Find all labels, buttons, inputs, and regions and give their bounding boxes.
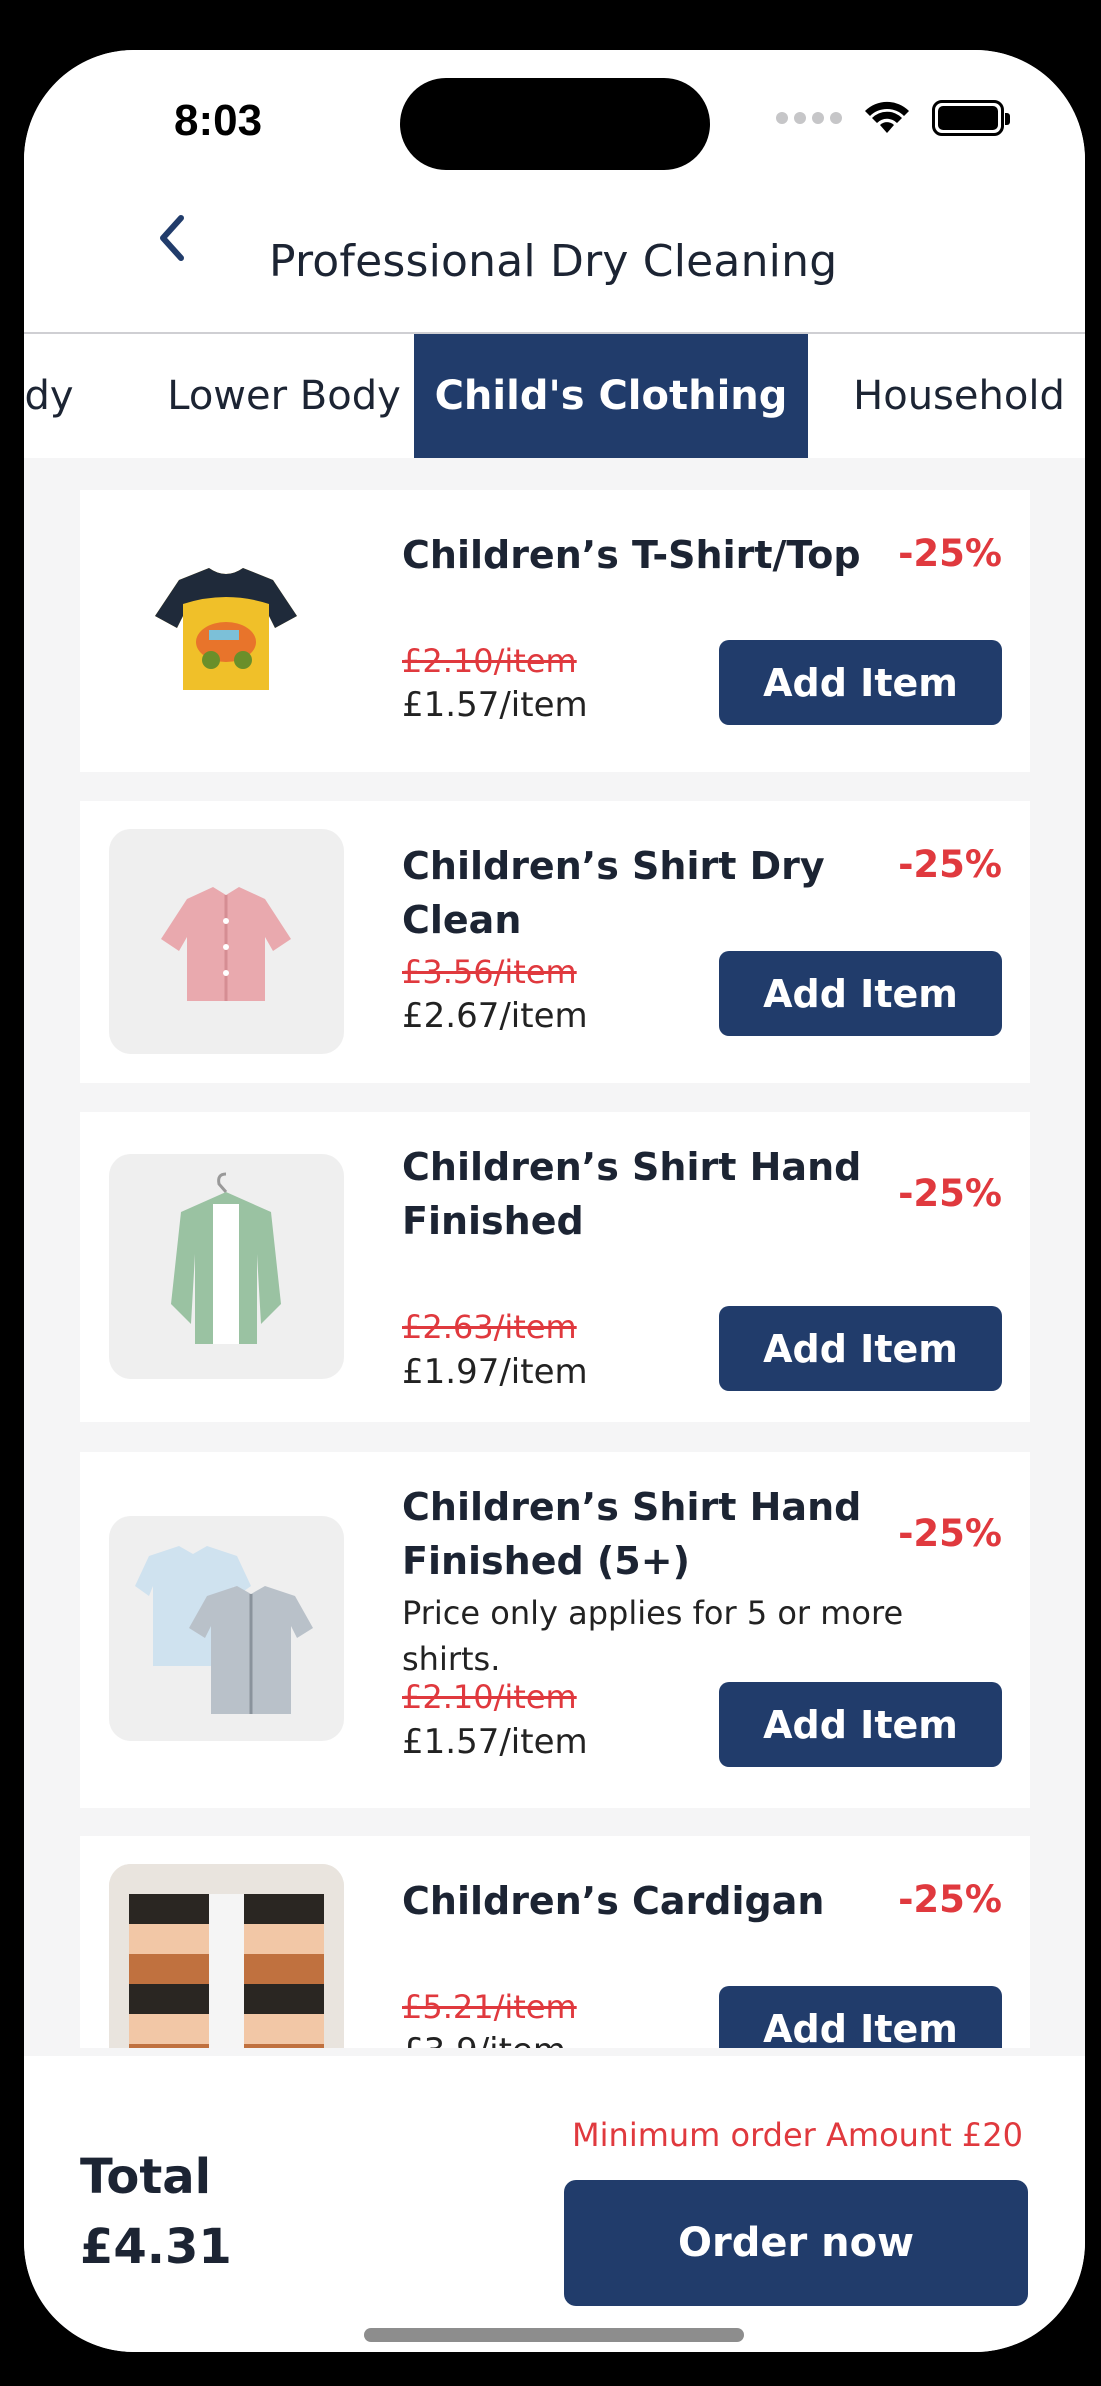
add-item-button[interactable]: Add Item <box>719 1682 1002 1767</box>
current-price: £1.97/item <box>402 1352 588 1392</box>
add-item-button[interactable]: Add Item <box>719 951 1002 1036</box>
striped-cardigan-image <box>109 1864 344 2048</box>
current-price: £1.57/item <box>402 685 588 725</box>
status-icons <box>776 100 1010 136</box>
status-time: 8:03 <box>174 96 263 145</box>
current-price: £1.57/item <box>402 1722 588 1762</box>
add-item-button[interactable]: Add Item <box>719 640 1002 725</box>
battery-icon <box>932 100 1010 136</box>
total-value: £4.31 <box>80 2219 232 2275</box>
chevron-left-icon <box>160 215 184 261</box>
order-now-button[interactable]: Order now <box>564 2180 1028 2306</box>
order-footer: Total £4.31 Minimum order Amount £20 Ord… <box>24 2056 1085 2352</box>
add-item-button[interactable]: Add Item <box>719 1986 1002 2048</box>
page-title: Professional Dry Cleaning <box>269 236 838 287</box>
dynamic-island <box>400 78 710 170</box>
current-price: £2.67/item <box>402 996 588 1036</box>
category-tabs: dy Lower Body Child's Clothing Household <box>24 332 1085 458</box>
two-shirts-image <box>109 1516 344 1741</box>
discount-badge: -25% <box>898 843 1002 886</box>
minimum-order-note: Minimum order Amount £20 <box>572 2116 1023 2154</box>
discount-badge: -25% <box>898 1172 1002 1215</box>
total-label: Total <box>80 2149 212 2205</box>
yellow-tshirt-image <box>109 518 344 743</box>
discount-badge: -25% <box>898 1878 1002 1921</box>
tab-household[interactable]: Household <box>824 334 1085 458</box>
pink-shirt-image <box>109 829 344 1054</box>
old-price: £2.10/item <box>402 1678 577 1716</box>
product-name: Children’s Shirt Dry Clean <box>402 844 825 942</box>
add-item-button[interactable]: Add Item <box>719 1306 1002 1391</box>
product-list: Children’s T-Shirt/Top -25% £2.10/item £… <box>80 490 1030 2048</box>
product-name: Children’s Shirt Hand Finished <box>402 1145 862 1243</box>
total-summary: Total £4.31 <box>80 2142 232 2282</box>
old-price: £2.10/item <box>402 642 577 680</box>
product-name: Children’s Shirt Hand Finished (5+) <box>402 1485 862 1583</box>
product-card: Children’s T-Shirt/Top -25% £2.10/item £… <box>80 490 1030 772</box>
product-note: Price only applies for 5 or more shirts. <box>402 1594 904 1678</box>
product-card: Children’s Cardigan -25% £5.21/item £3.9… <box>80 1836 1030 2048</box>
old-price: £3.56/item <box>402 953 577 991</box>
tab-upper-body[interactable]: dy <box>24 334 84 458</box>
tab-lower-body[interactable]: Lower Body <box>144 334 424 458</box>
old-price: £5.21/item <box>402 1988 577 2026</box>
product-name: Children’s T-Shirt/Top <box>402 533 861 577</box>
header-area: 8:03 Professional Dry Cleaning <box>24 50 1085 332</box>
old-price: £2.63/item <box>402 1308 577 1346</box>
product-card: Children’s Shirt Dry Clean -25% £3.56/it… <box>80 801 1030 1083</box>
back-button[interactable] <box>144 208 200 268</box>
signal-icon <box>776 112 842 124</box>
product-name: Children’s Cardigan <box>402 1879 825 1923</box>
tab-childs-clothing[interactable]: Child's Clothing <box>414 334 808 458</box>
discount-badge: -25% <box>898 1512 1002 1555</box>
wifi-icon <box>865 101 909 133</box>
product-card: Children’s Shirt Hand Finished (5+) -25%… <box>80 1452 1030 1808</box>
home-indicator <box>364 2328 744 2342</box>
discount-badge: -25% <box>898 532 1002 575</box>
current-price: £3.9/item <box>402 2031 566 2048</box>
green-shirt-image <box>109 1154 344 1379</box>
product-card: Children’s Shirt Hand Finished -25% £2.6… <box>80 1112 1030 1422</box>
phone-screen: 8:03 Professional Dry Cleaning dy Lower … <box>24 50 1085 2352</box>
